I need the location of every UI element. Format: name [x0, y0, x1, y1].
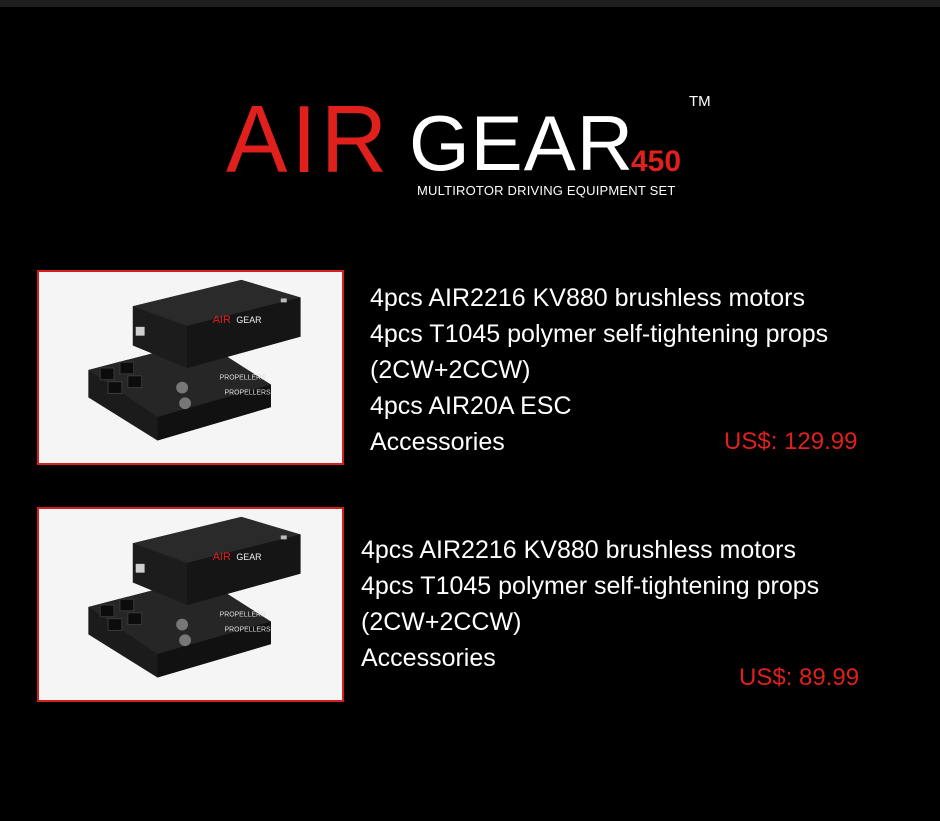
feature-item: (2CW+2CCW): [370, 356, 531, 384]
brand-logo: AIR GEAR 450 TM MULTIROTOR DRIVING EQUIP…: [0, 0, 940, 240]
product-card-2: PROPELLERS PROPELLERS AIR GEAR 4pcs AIR2…: [0, 507, 940, 707]
product-card-1: PROPELLERS PROPELLERS AIR GEAR 4pcs AIR2…: [0, 270, 940, 470]
price-label: US$: 89.99: [739, 664, 860, 691]
box-brand-label: AIR: [213, 314, 231, 326]
tray-label-2: PROPELLERS: [225, 626, 271, 633]
feature-item: 4pcs AIR20A ESC: [370, 392, 572, 420]
box-brand-label: AIR: [213, 551, 231, 563]
tray-label-1: PROPELLERS: [220, 375, 266, 382]
logo-model-number: 450: [631, 145, 682, 178]
feature-item: 4pcs T1045 polymer self-tightening props: [361, 572, 820, 600]
product-image[interactable]: PROPELLERS PROPELLERS AIR GEAR: [37, 507, 344, 702]
feature-item: 4pcs AIR2216 KV880 brushless motors: [361, 536, 796, 564]
box-model-label: GEAR: [236, 552, 261, 562]
feature-item: (2CW+2CCW): [361, 608, 522, 636]
feature-item: 4pcs AIR2216 KV880 brushless motors: [370, 284, 805, 312]
logo-air-text: AIR: [226, 86, 392, 193]
logo-subtitle: MULTIROTOR DRIVING EQUIPMENT SET: [417, 183, 676, 198]
trademark-symbol: TM: [689, 93, 711, 110]
box-model-label: GEAR: [236, 315, 261, 325]
price-label: US$: 129.99: [724, 428, 858, 455]
product-image[interactable]: PROPELLERS PROPELLERS AIR GEAR: [37, 270, 344, 465]
logo-gear-text: GEAR: [409, 99, 635, 187]
feature-item: 4pcs T1045 polymer self-tightening props: [370, 320, 829, 348]
product-box-illustration: PROPELLERS PROPELLERS AIR GEAR: [39, 272, 342, 463]
product-box-illustration: PROPELLERS PROPELLERS AIR GEAR: [39, 509, 342, 700]
tray-label-2: PROPELLERS: [225, 389, 271, 396]
feature-list: 4pcs AIR2216 KV880 brushless motors 4pcs…: [361, 532, 819, 676]
tray-label-1: PROPELLERS: [220, 612, 266, 619]
